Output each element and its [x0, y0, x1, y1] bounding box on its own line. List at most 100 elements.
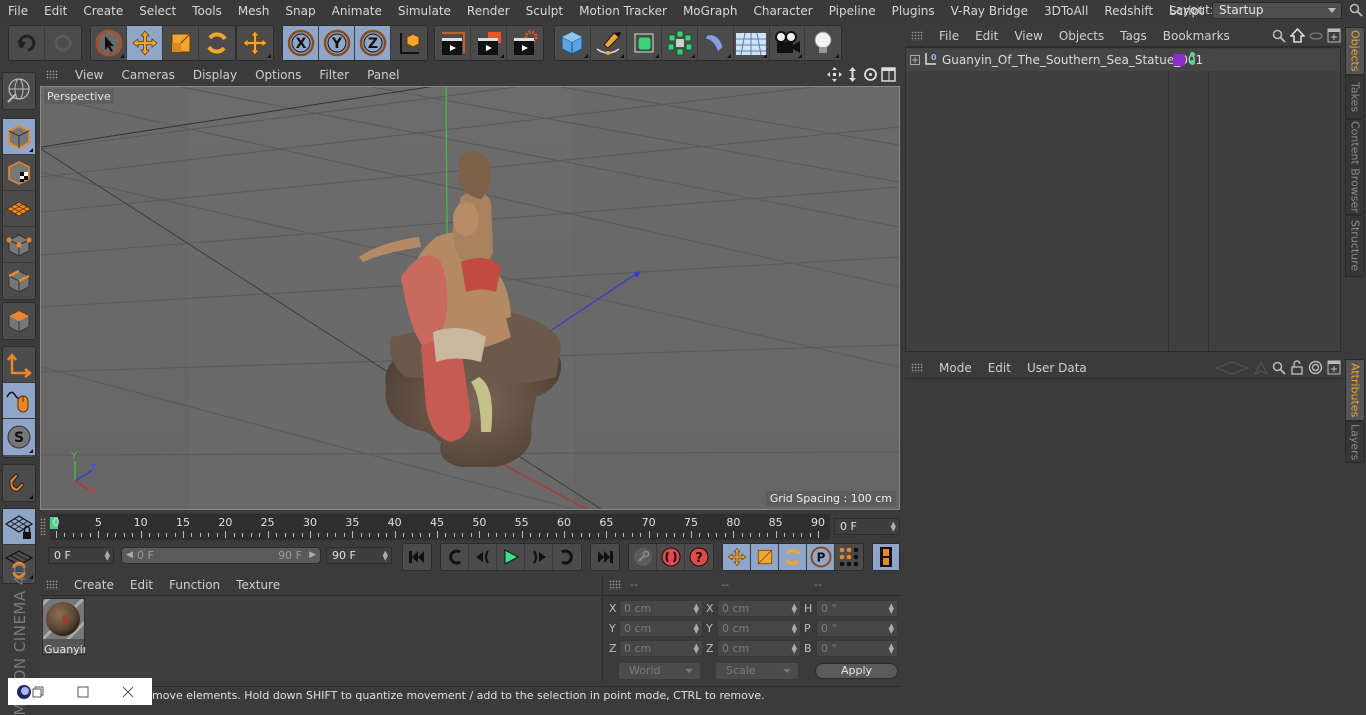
menu-file[interactable]: File	[0, 4, 36, 18]
restore-icon[interactable]	[32, 686, 44, 698]
edges-mode-button[interactable]	[3, 263, 35, 299]
pos-x-field[interactable]: 0 cm ▲ ▼	[619, 600, 703, 617]
object-name[interactable]: Guanyin_Of_The_Southern_Sea_Statue_001	[942, 53, 1203, 67]
objects-menu-bookmarks[interactable]: Bookmarks	[1155, 29, 1238, 43]
viewport-menu-display[interactable]: Display	[184, 68, 246, 82]
pen-button[interactable]	[591, 26, 627, 60]
keyframe-selection-button[interactable]: ?	[685, 544, 713, 570]
play-button[interactable]	[497, 544, 525, 570]
material-menu-edit[interactable]: Edit	[122, 578, 161, 592]
scale-tool-button[interactable]	[163, 26, 199, 60]
menu-simulate[interactable]: Simulate	[390, 4, 459, 18]
tweak-mode-button[interactable]	[3, 383, 35, 419]
next-key-button[interactable]	[553, 544, 581, 570]
menu-pipeline[interactable]: Pipeline	[821, 4, 884, 18]
polygons-mode-button[interactable]	[3, 303, 35, 339]
home-icon[interactable]	[1290, 28, 1305, 43]
texture-mode-button[interactable]	[3, 155, 35, 191]
tab-content-browser[interactable]: Content Browser	[1345, 119, 1365, 215]
tab-takes[interactable]: Takes	[1345, 75, 1365, 119]
floor-button[interactable]	[734, 26, 770, 60]
cube-button[interactable]	[555, 26, 591, 60]
viewport-menu-filter[interactable]: Filter	[310, 68, 358, 82]
frame-range-slider[interactable]: ◀ 0 F 90 F ▶	[121, 547, 321, 564]
layer-color-swatch[interactable]	[1173, 54, 1185, 66]
tab-structure[interactable]: Structure	[1345, 215, 1365, 277]
search-icon[interactable]	[1272, 29, 1286, 43]
points-mode-button[interactable]	[3, 227, 35, 263]
spinner-icon[interactable]: ▲ ▼	[891, 521, 896, 533]
record-key-button[interactable]	[629, 544, 657, 570]
menu-mesh[interactable]: Mesh	[230, 4, 278, 18]
back-arrow-icon[interactable]	[1214, 360, 1250, 375]
up-arrow-icon[interactable]	[1254, 360, 1268, 375]
spinner-icon[interactable]: ▲ ▼	[383, 550, 388, 562]
drag-handle[interactable]	[46, 579, 58, 590]
current-frame-field[interactable]: 0 F ▲ ▼	[834, 518, 900, 535]
rot-h-field[interactable]: 0 ° ▲ ▼	[816, 600, 898, 617]
new-window-icon[interactable]	[1327, 28, 1341, 43]
menu-redshift[interactable]: Redshift	[1096, 4, 1161, 18]
attributes-menu-edit[interactable]: Edit	[980, 361, 1019, 375]
key-pla-button[interactable]	[835, 544, 863, 570]
previous-key-button[interactable]	[441, 544, 469, 570]
end-frame-field[interactable]: 90 F ▲ ▼	[326, 547, 392, 564]
coordinate-space-dropdown[interactable]: World	[619, 663, 700, 679]
menu-sculpt[interactable]: Sculpt	[518, 4, 571, 18]
new-window-icon[interactable]	[1327, 360, 1341, 375]
menu-render[interactable]: Render	[459, 4, 518, 18]
pos-z-field[interactable]: 0 cm ▲ ▼	[619, 640, 703, 657]
menu-select[interactable]: Select	[131, 4, 184, 18]
objects-menu-edit[interactable]: Edit	[967, 29, 1006, 43]
objects-menu-file[interactable]: File	[931, 29, 967, 43]
layout-dropdown[interactable]: Startup	[1212, 2, 1342, 19]
drag-handle[interactable]	[609, 580, 621, 590]
enable-axis-button[interactable]	[3, 347, 35, 383]
menu-animate[interactable]: Animate	[324, 4, 390, 18]
deformer-button[interactable]	[698, 26, 734, 60]
tab-attributes[interactable]: Attributes	[1345, 359, 1365, 421]
pan-view-icon[interactable]	[827, 67, 842, 82]
material-menu-texture[interactable]: Texture	[228, 578, 288, 592]
close-icon[interactable]	[122, 686, 134, 698]
y-axis-button[interactable]: Y	[319, 26, 355, 60]
render-view-button[interactable]	[435, 26, 471, 60]
menu-mograph[interactable]: MoGraph	[675, 4, 746, 18]
autokey-button[interactable]	[657, 544, 685, 570]
size-x-field[interactable]: 0 cm ▲ ▼	[717, 600, 801, 617]
coordinate-system-button[interactable]	[391, 26, 427, 60]
rot-p-field[interactable]: 0 ° ▲ ▼	[816, 620, 898, 637]
light-button[interactable]	[805, 26, 841, 60]
menu-vray-bridge[interactable]: V-Ray Bridge	[943, 4, 1036, 18]
search-icon[interactable]	[1349, 3, 1363, 17]
visibility-icon[interactable]	[1309, 31, 1323, 41]
menu-tools[interactable]: Tools	[184, 4, 230, 18]
viewport-menu-view[interactable]: View	[66, 68, 112, 82]
undo-button[interactable]	[9, 26, 45, 60]
go-to-end-button[interactable]	[591, 544, 619, 570]
3d-viewport[interactable]: Perspective Y Z X Grid Spacing : 100 cm	[40, 86, 900, 510]
size-mode-dropdown[interactable]: Scale	[716, 663, 798, 679]
start-frame-field[interactable]: 0 F ▲ ▼	[48, 547, 114, 564]
live-selection-button[interactable]	[91, 26, 127, 60]
go-to-start-button[interactable]	[403, 544, 431, 570]
lock-grid-button[interactable]	[3, 509, 35, 545]
render-visibility-dot[interactable]	[1190, 60, 1195, 65]
menu-edit[interactable]: Edit	[36, 4, 75, 18]
menu-character[interactable]: Character	[745, 4, 820, 18]
subdivision-surface-button[interactable]	[627, 26, 663, 60]
objects-menu-tags[interactable]: Tags	[1112, 29, 1155, 43]
attributes-menu-mode[interactable]: Mode	[931, 361, 980, 375]
timeline-window-button[interactable]	[873, 544, 899, 570]
magnet-button[interactable]	[3, 465, 35, 501]
tab-layers[interactable]: Layers	[1345, 421, 1365, 463]
object-row[interactable]: 0 Guanyin_Of_The_Southern_Sea_Statue_001	[906, 49, 1340, 71]
attributes-menu-user-data[interactable]: User Data	[1019, 361, 1095, 375]
key-position-button[interactable]	[723, 544, 751, 570]
key-scale-button[interactable]	[751, 544, 779, 570]
render-to-picture-viewer-button[interactable]	[471, 26, 507, 60]
previous-frame-button[interactable]	[469, 544, 497, 570]
render-settings-button[interactable]	[507, 26, 543, 60]
x-axis-button[interactable]: X	[283, 26, 319, 60]
range-left-arrow-icon[interactable]: ◀	[126, 548, 133, 563]
